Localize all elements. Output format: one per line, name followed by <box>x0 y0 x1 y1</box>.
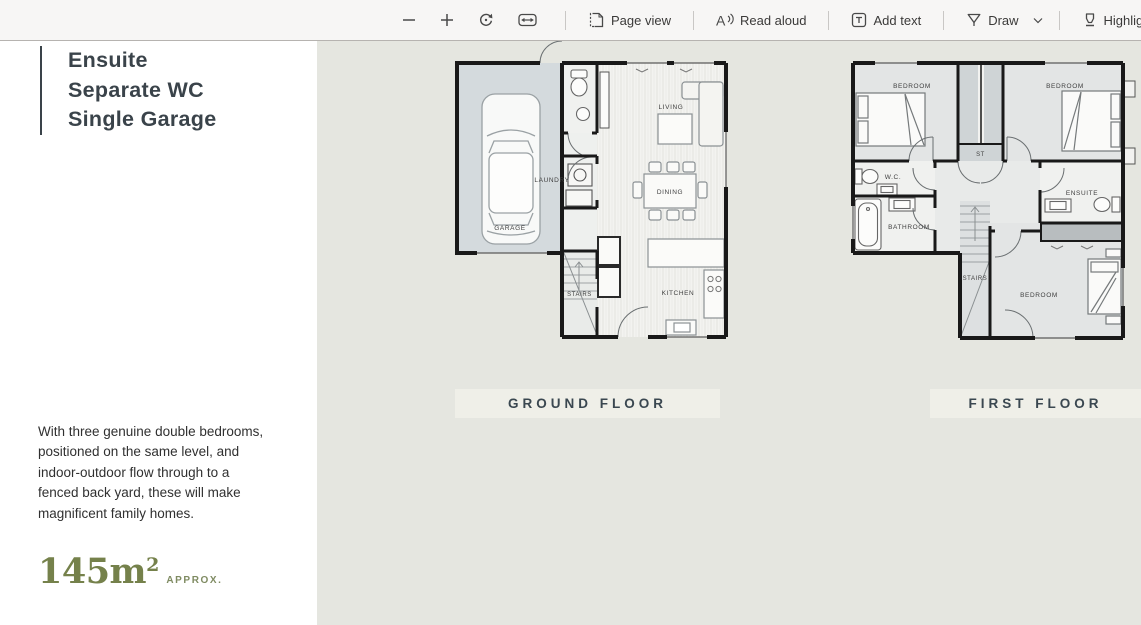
description-line: positioned on the same level, and <box>38 442 288 462</box>
room-label-garage: GARAGE <box>494 225 525 232</box>
page-view-icon <box>588 12 605 28</box>
toolbar-separator <box>1059 11 1060 30</box>
pdf-toolbar: Page view A Read aloud Add text Draw Hig… <box>0 0 1141 41</box>
floor-area: 145m2 APPROX. <box>38 551 223 592</box>
description-line: fenced back yard, these will make <box>38 483 288 503</box>
draw-button[interactable]: Draw <box>956 5 1028 35</box>
room-label-wc: W.C. <box>885 174 901 181</box>
svg-text:A: A <box>716 13 726 29</box>
pdf-page: Ensuite Separate WC Single Garage With t… <box>0 41 1141 625</box>
plus-icon <box>440 13 454 27</box>
feature-list: Ensuite Separate WC Single Garage <box>40 46 216 135</box>
feature-line: Separate WC <box>68 76 216 106</box>
room-label-laundry: LAUNDRY <box>534 177 569 184</box>
bed-icon <box>856 93 925 146</box>
bed-icon <box>1088 249 1121 324</box>
read-aloud-button[interactable]: A Read aloud <box>706 5 817 35</box>
description-line: indoor-outdoor flow through to a <box>38 463 288 483</box>
description-line: magnificent family homes. <box>38 504 288 524</box>
ground-floor-caption-text: GROUND FLOOR <box>508 396 667 411</box>
feature-line: Ensuite <box>68 46 216 76</box>
draw-dropdown-chevron[interactable] <box>1029 5 1047 35</box>
read-aloud-icon: A <box>716 12 734 28</box>
room-label-bathroom: BATHROOM <box>888 224 930 231</box>
rotate-button[interactable] <box>470 5 502 35</box>
plan-canvas: GARAGE LAUNDRY LIVING DINING KITCHEN STA… <box>317 41 1141 625</box>
room-label-stairs: STAIRS <box>567 292 592 298</box>
room-label-bedroom2: BEDROOM <box>1046 83 1084 90</box>
room-label-st: ST <box>976 152 985 158</box>
room-label-bedroom1: BEDROOM <box>893 83 931 90</box>
room-label-dining: DINING <box>657 189 683 196</box>
add-text-label: Add text <box>873 13 921 28</box>
car-icon <box>482 94 540 244</box>
bed-icon <box>1062 91 1121 151</box>
toolbar-separator <box>828 11 829 30</box>
page-view-label: Page view <box>611 13 671 28</box>
room-label-living: LIVING <box>659 104 684 111</box>
first-floor-caption-text: FIRST FLOOR <box>969 396 1103 411</box>
area-superscript: 2 <box>146 554 159 576</box>
fit-to-width-icon <box>518 12 537 28</box>
fit-to-width-button[interactable] <box>510 5 545 35</box>
toolbar-separator <box>943 11 944 30</box>
feature-line: Single Garage <box>68 105 216 135</box>
room-label-ensuite: ENSUITE <box>1066 190 1098 197</box>
draw-pen-icon <box>966 12 982 28</box>
first-floor-plan: BEDROOM BEDROOM ST W.C. BATHROOM ENSUITE… <box>845 56 1141 348</box>
read-aloud-label: Read aloud <box>740 13 807 28</box>
chevron-down-icon <box>1033 17 1043 24</box>
highlighter-icon <box>1082 12 1098 28</box>
left-panel: Ensuite Separate WC Single Garage With t… <box>0 41 317 625</box>
pdf-viewer-window: Page view A Read aloud Add text Draw Hig… <box>0 0 1141 625</box>
zoom-in-button[interactable] <box>432 5 462 35</box>
ground-floor-plan: GARAGE LAUNDRY LIVING DINING KITCHEN STA… <box>452 41 732 341</box>
highlight-label: Highlight <box>1104 13 1141 28</box>
toolbar-separator <box>693 11 694 30</box>
area-note: APPROX. <box>166 575 222 586</box>
page-view-button[interactable]: Page view <box>578 5 681 35</box>
add-text-icon <box>851 12 867 28</box>
zoom-out-button[interactable] <box>394 5 424 35</box>
highlight-button[interactable]: Highlight <box>1072 5 1141 35</box>
area-value: 145m <box>38 551 146 592</box>
first-floor-caption: FIRST FLOOR <box>930 389 1141 418</box>
draw-label: Draw <box>988 13 1018 28</box>
add-text-button[interactable]: Add text <box>841 5 931 35</box>
room-label-stairs: STAIRS <box>963 276 988 282</box>
minus-icon <box>402 13 416 27</box>
toolbar-separator <box>565 11 566 30</box>
description-paragraph: With three genuine double bedrooms, posi… <box>38 422 288 524</box>
room-label-bedroom3: BEDROOM <box>1020 292 1058 299</box>
room-label-kitchen: KITCHEN <box>662 290 695 297</box>
ground-floor-caption: GROUND FLOOR <box>455 389 720 418</box>
description-line: With three genuine double bedrooms, <box>38 422 288 442</box>
rotate-icon <box>478 12 494 28</box>
